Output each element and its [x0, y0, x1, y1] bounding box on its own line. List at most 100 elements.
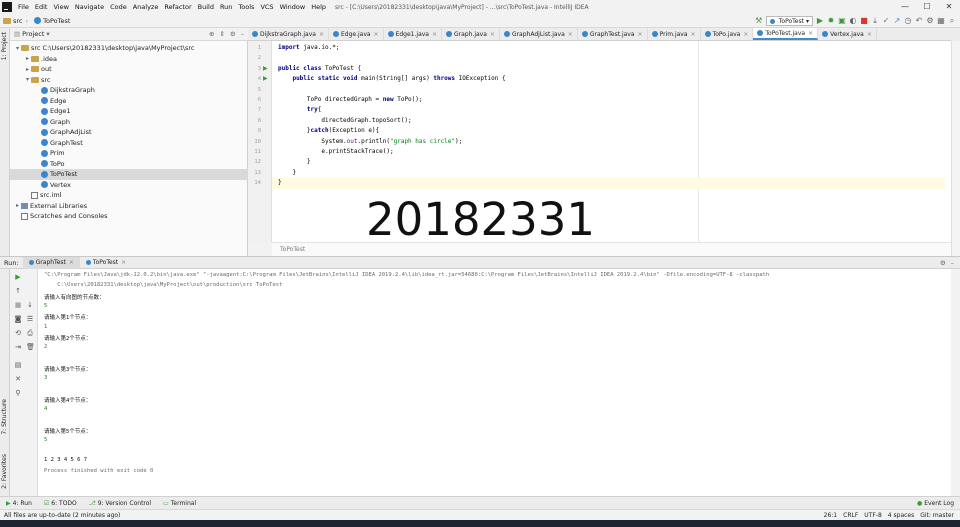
close-icon[interactable]: × — [432, 31, 437, 38]
tree-item[interactable]: ▾ src C:\Users\20182331\desktop\java\MyPr… — [10, 43, 248, 54]
editor-tab[interactable]: DijkstraGraph.java × — [248, 28, 329, 40]
project-panel-title[interactable]: Project — [22, 30, 44, 38]
debug-icon[interactable]: ✹ — [827, 17, 835, 25]
editor-tab[interactable]: Graph.java × — [442, 28, 500, 40]
settings-icon[interactable]: ⚙ — [926, 17, 934, 25]
hide-icon[interactable]: – — [951, 259, 954, 267]
event-log-button[interactable]: ● Event Log — [917, 500, 954, 507]
favorites-tool-tab[interactable]: 2: Favorites — [1, 454, 8, 489]
chevron-down-icon[interactable]: ▾ — [14, 45, 21, 52]
tree-item[interactable]: ToPoTest — [10, 169, 248, 180]
chevron-right-icon[interactable]: ▸ — [24, 66, 31, 73]
tree-item[interactable]: Edge — [10, 96, 248, 107]
status-message[interactable]: All files are up-to-date (2 minutes ago) — [4, 512, 120, 519]
menu-analyze[interactable]: Analyze — [130, 3, 162, 11]
editor-tab[interactable]: Edge1.java × — [384, 28, 443, 40]
editor-tab[interactable]: ToPoTest.java × — [753, 28, 819, 40]
menu-window[interactable]: Window — [277, 3, 309, 11]
trash-icon[interactable]: 🗑 — [26, 343, 35, 351]
soft-wrap-icon[interactable]: ☰ — [26, 315, 34, 323]
editor-tab[interactable]: GraphTest.java × — [578, 28, 648, 40]
chevron-down-icon[interactable]: ▾ — [46, 30, 49, 38]
editor-tab[interactable]: Prim.java × — [648, 28, 701, 40]
menu-refactor[interactable]: Refactor — [161, 3, 194, 11]
locate-icon[interactable]: ⊕ — [209, 30, 214, 38]
close-icon[interactable]: × — [319, 31, 324, 38]
down-icon[interactable]: ↓ — [26, 301, 34, 309]
line-separator[interactable]: CRLF — [843, 512, 858, 519]
collapse-icon[interactable]: ⇕ — [219, 30, 224, 38]
up-icon[interactable]: ↑ — [14, 287, 22, 295]
tree-item[interactable]: Prim — [10, 148, 248, 159]
breadcrumb-src[interactable]: src › — [0, 17, 31, 25]
menu-edit[interactable]: Edit — [32, 3, 51, 11]
maximize-icon[interactable]: ☐ — [916, 0, 938, 14]
close-icon[interactable]: ✕ — [14, 375, 22, 383]
close-icon[interactable]: × — [867, 31, 872, 38]
print-icon[interactable]: ⎙ — [26, 329, 34, 337]
gear-icon[interactable]: ⚙ — [940, 259, 946, 267]
bottom-tab[interactable]: ▭ Terminal — [157, 500, 202, 507]
restore-layout-icon[interactable]: ⟲ — [14, 329, 22, 337]
pin-icon[interactable]: ⚲ — [14, 389, 22, 397]
close-icon[interactable]: × — [691, 31, 696, 38]
gear-icon[interactable]: ⚙ — [230, 30, 236, 38]
close-icon[interactable]: ✕ — [938, 0, 960, 14]
file-encoding[interactable]: UTF-8 — [864, 512, 882, 519]
close-icon[interactable]: × — [69, 259, 74, 266]
bottom-tab[interactable]: ⎇ 9: Version Control — [83, 500, 157, 507]
hide-icon[interactable]: – — [241, 30, 244, 38]
bottom-tab[interactable]: ☑ 6: TODO — [38, 500, 83, 507]
bottom-tab[interactable]: ▶ 4: Run — [0, 500, 38, 507]
run-gutter-icon[interactable]: ▶ — [263, 75, 268, 82]
close-icon[interactable]: × — [568, 31, 573, 38]
chevron-down-icon[interactable]: ▾ — [24, 76, 31, 83]
menu-code[interactable]: Code — [107, 3, 130, 11]
menu-navigate[interactable]: Navigate — [72, 3, 107, 11]
stop-icon[interactable]: ■ — [860, 17, 868, 25]
tree-item[interactable]: GraphTest — [10, 138, 248, 149]
tree-item[interactable]: GraphAdjList — [10, 127, 248, 138]
close-icon[interactable]: × — [490, 31, 495, 38]
menu-run[interactable]: Run — [217, 3, 235, 11]
run-tab-graphtest[interactable]: GraphTest × — [22, 256, 80, 269]
project-tool-tab[interactable]: 1: Project — [1, 32, 8, 60]
coverage-icon[interactable]: ▣ — [838, 17, 846, 25]
console-output[interactable]: "C:\Program Files\Java\jdk-12.0.2\bin\ja… — [38, 269, 951, 496]
tree-item[interactable]: DijkstraGraph — [10, 85, 248, 96]
run-gutter-icon[interactable]: ▶ — [263, 65, 268, 72]
git-update-icon[interactable]: ⤓ — [871, 17, 879, 25]
search-icon[interactable]: ⌕ — [948, 17, 956, 25]
git-commit-icon[interactable]: ✓ — [882, 17, 890, 25]
tree-item[interactable]: ▸ .idea — [10, 54, 248, 65]
revert-icon[interactable]: ↶ — [915, 17, 923, 25]
close-icon[interactable]: × — [638, 31, 643, 38]
run-tab-topotest[interactable]: ToPoTest × — [80, 257, 132, 269]
menu-help[interactable]: Help — [308, 3, 329, 11]
rerun-icon[interactable]: ▶ — [14, 273, 22, 281]
layout-icon[interactable]: ▤ — [14, 361, 22, 369]
run-config-select[interactable]: ToPoTest ▾ — [765, 16, 813, 26]
editor-tab[interactable]: Edge.java × — [329, 28, 384, 40]
menu-tools[interactable]: Tools — [235, 3, 257, 11]
tree-item[interactable]: Edge1 — [10, 106, 248, 117]
tree-item[interactable]: ▸ out — [10, 64, 248, 75]
tree-item[interactable]: ToPo — [10, 159, 248, 170]
git-push-icon[interactable]: ↗ — [893, 17, 901, 25]
tree-item[interactable]: ▾ src — [10, 75, 248, 86]
tree-item[interactable]: Vertex — [10, 180, 248, 191]
structure-tool-tab[interactable]: 7: Structure — [1, 399, 8, 435]
menu-build[interactable]: Build — [195, 3, 217, 11]
camera-icon[interactable]: ◙ — [14, 315, 22, 323]
profile-icon[interactable]: ◐ — [849, 17, 857, 25]
menu-file[interactable]: File — [15, 3, 32, 11]
tree-item[interactable]: ▸ External Libraries — [10, 201, 248, 212]
chevron-right-icon[interactable]: ▸ — [14, 202, 21, 209]
close-icon[interactable]: × — [374, 31, 379, 38]
structure-icon[interactable]: ▦ — [937, 17, 945, 25]
editor-tab[interactable]: ToPo.java × — [701, 28, 754, 40]
tree-item[interactable]: Scratches and Consoles — [10, 211, 248, 222]
hammer-build-icon[interactable]: ⚒ — [755, 17, 763, 25]
editor-breadcrumb[interactable]: ToPoTest — [272, 242, 951, 256]
menu-vcs[interactable]: VCS — [257, 3, 276, 11]
